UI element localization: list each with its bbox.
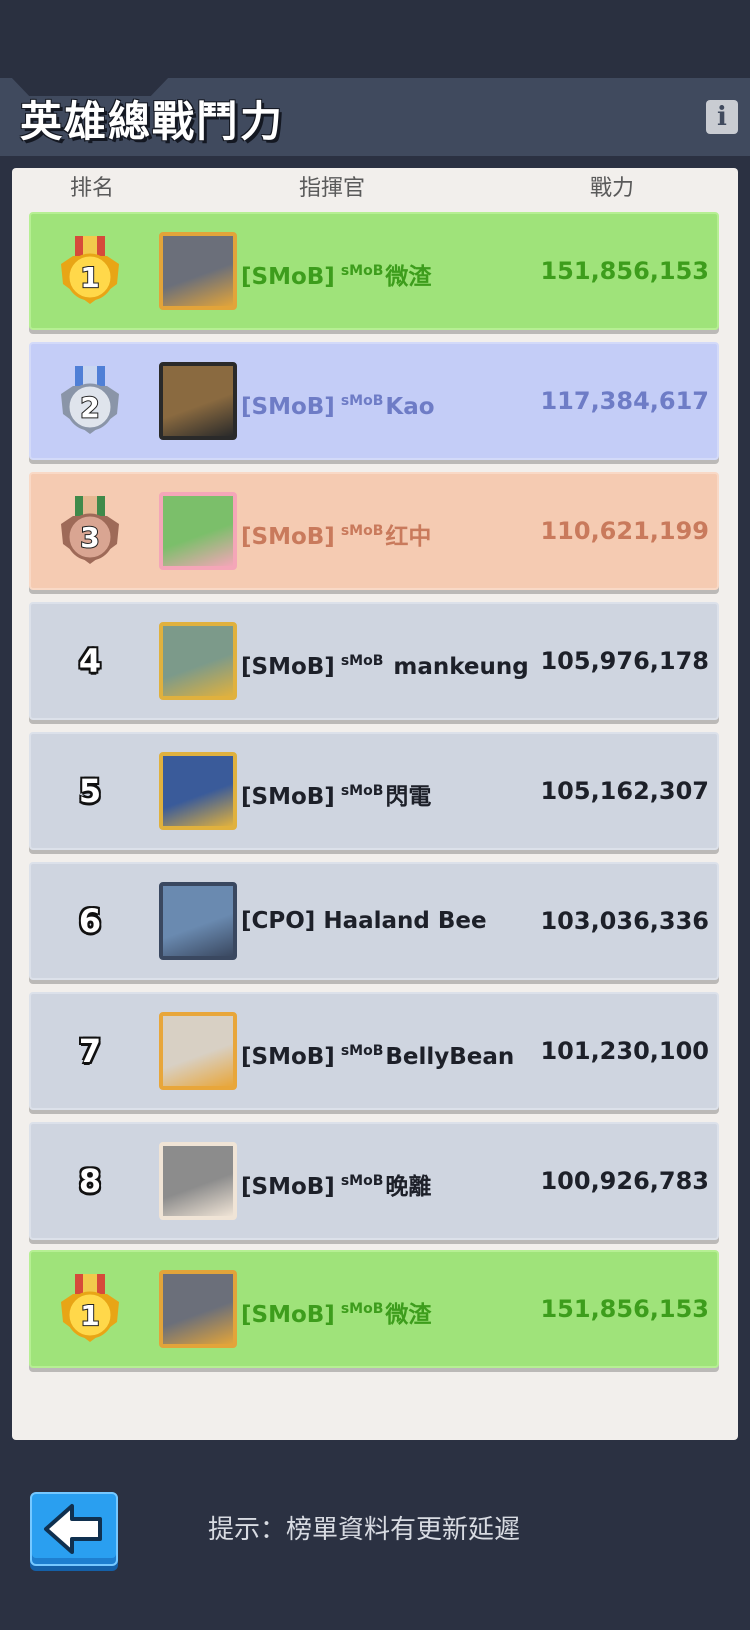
leaderboard-row[interactable]: 6 [CPO] Haaland Bee 103,036,336	[29, 862, 719, 980]
player-name: [SMoB] sMoBBellyBean	[241, 994, 514, 1108]
avatar[interactable]	[159, 362, 237, 440]
alliance-tag: [SMoB]	[241, 1044, 335, 1070]
leaderboard-row[interactable]: 7 [SMoB] sMoBBellyBean 101,230,100	[29, 992, 719, 1110]
gold-medal-icon: 1	[55, 1272, 125, 1348]
rank-number: 1	[80, 261, 99, 294]
title-bar: 英雄總戰鬥力 i	[0, 76, 750, 156]
commander-name: 红中	[385, 524, 432, 550]
alliance-tag: [CPO]	[241, 908, 316, 934]
commander-name: mankeung	[385, 654, 529, 680]
back-button[interactable]	[30, 1492, 118, 1566]
rank-number: 7	[78, 1032, 102, 1070]
avatar[interactable]	[159, 622, 237, 700]
avatar[interactable]	[159, 492, 237, 570]
gold-medal-icon: 1	[55, 234, 125, 310]
alliance-superscript: sMoB	[340, 1043, 384, 1059]
player-name: [SMoB] sMoB晚離	[241, 1124, 431, 1238]
power-value: 100,926,783	[540, 1167, 709, 1195]
commander-name: 微渣	[385, 264, 432, 290]
player-name: [SMoB] sMoB閃電	[241, 734, 431, 848]
avatar[interactable]	[159, 1270, 237, 1348]
hint-text: 提示：榜單資料有更新延遲	[208, 1515, 521, 1545]
alliance-superscript: sMoB	[340, 783, 384, 799]
alliance-tag: [SMoB]	[241, 1174, 335, 1200]
alliance-superscript: sMoB	[340, 263, 384, 279]
player-name: [SMoB] sMoB微渣	[241, 1252, 431, 1366]
avatar[interactable]	[159, 882, 237, 960]
power-value: 105,976,178	[540, 647, 709, 675]
back-arrow-icon	[44, 1504, 102, 1554]
avatar[interactable]	[159, 232, 237, 310]
power-value: 103,036,336	[540, 907, 709, 935]
leaderboard-row[interactable]: 4 [SMoB] sMoB mankeung 105,976,178	[29, 602, 719, 720]
commander-name: BellyBean	[385, 1044, 515, 1070]
avatar[interactable]	[159, 1012, 237, 1090]
alliance-superscript: sMoB	[340, 1173, 384, 1189]
player-name: [SMoB] sMoB微渣	[241, 214, 431, 328]
my-rank-row[interactable]: 1 [SMoB] sMoB微渣 151,856,153	[29, 1250, 719, 1368]
info-icon: i	[717, 102, 727, 132]
alliance-superscript: sMoB	[340, 393, 384, 409]
rank-number: 1	[80, 1299, 99, 1332]
leaderboard-list[interactable]: 1 [SMoB] sMoB微渣 151,856,153 2 [SMoB] sMoBKao 1…	[12, 212, 738, 1292]
column-header-rank: 排名	[69, 176, 114, 201]
alliance-tag: [SMoB]	[241, 1302, 335, 1328]
commander-name: Kao	[385, 394, 435, 420]
page-title: 英雄總戰鬥力	[20, 97, 285, 146]
alliance-tag: [SMoB]	[241, 654, 335, 680]
status-area	[0, 0, 750, 78]
leaderboard-panel: 排名 指揮官 戰力 1 [SMoB] sMoB微渣 151,856,153 2 [SMo…	[12, 168, 738, 1440]
alliance-superscript: sMoB	[340, 1301, 384, 1317]
column-header-power: 戰力	[589, 176, 634, 201]
player-name: [CPO] Haaland Bee	[241, 864, 487, 978]
power-value: 110,621,199	[540, 517, 709, 545]
leaderboard-row[interactable]: 1 [SMoB] sMoB微渣 151,856,153	[29, 212, 719, 330]
bronze-medal-icon: 3	[55, 494, 125, 570]
power-value: 105,162,307	[540, 777, 709, 805]
info-button[interactable]: i	[706, 100, 738, 134]
leaderboard-row[interactable]: 5 [SMoB] sMoB閃電 105,162,307	[29, 732, 719, 850]
column-header-commander: 指揮官	[298, 176, 365, 201]
leaderboard-row[interactable]: 8 [SMoB] sMoB晚離 100,926,783	[29, 1122, 719, 1240]
alliance-tag: [SMoB]	[241, 394, 335, 420]
rank-number: 5	[78, 772, 102, 810]
avatar[interactable]	[159, 752, 237, 830]
silver-medal-icon: 2	[55, 364, 125, 440]
power-value: 151,856,153	[540, 257, 709, 285]
commander-name: 微渣	[385, 1302, 432, 1328]
player-name: [SMoB] sMoBKao	[241, 344, 435, 458]
power-value: 151,856,153	[540, 1295, 709, 1323]
leaderboard-row[interactable]: 2 [SMoB] sMoBKao 117,384,617	[29, 342, 719, 460]
avatar[interactable]	[159, 1142, 237, 1220]
rank-number: 6	[78, 902, 102, 940]
alliance-superscript: sMoB	[340, 523, 384, 539]
alliance-superscript: sMoB	[340, 653, 384, 669]
commander-name: Haaland Bee	[323, 908, 487, 934]
rank-number: 4	[78, 642, 102, 680]
power-value: 117,384,617	[540, 387, 709, 415]
rank-number: 8	[78, 1162, 102, 1200]
leaderboard-row[interactable]: 3 [SMoB] sMoB红中 110,621,199	[29, 472, 719, 590]
alliance-tag: [SMoB]	[241, 784, 335, 810]
rank-number: 3	[80, 521, 99, 554]
rank-number: 2	[80, 391, 99, 424]
commander-name: 晚離	[385, 1174, 432, 1200]
power-value: 101,230,100	[540, 1037, 709, 1065]
player-name: [SMoB] sMoB红中	[241, 474, 431, 588]
player-name: [SMoB] sMoB mankeung	[241, 604, 529, 718]
alliance-tag: [SMoB]	[241, 264, 335, 290]
commander-name: 閃電	[385, 784, 432, 810]
alliance-tag: [SMoB]	[241, 524, 335, 550]
